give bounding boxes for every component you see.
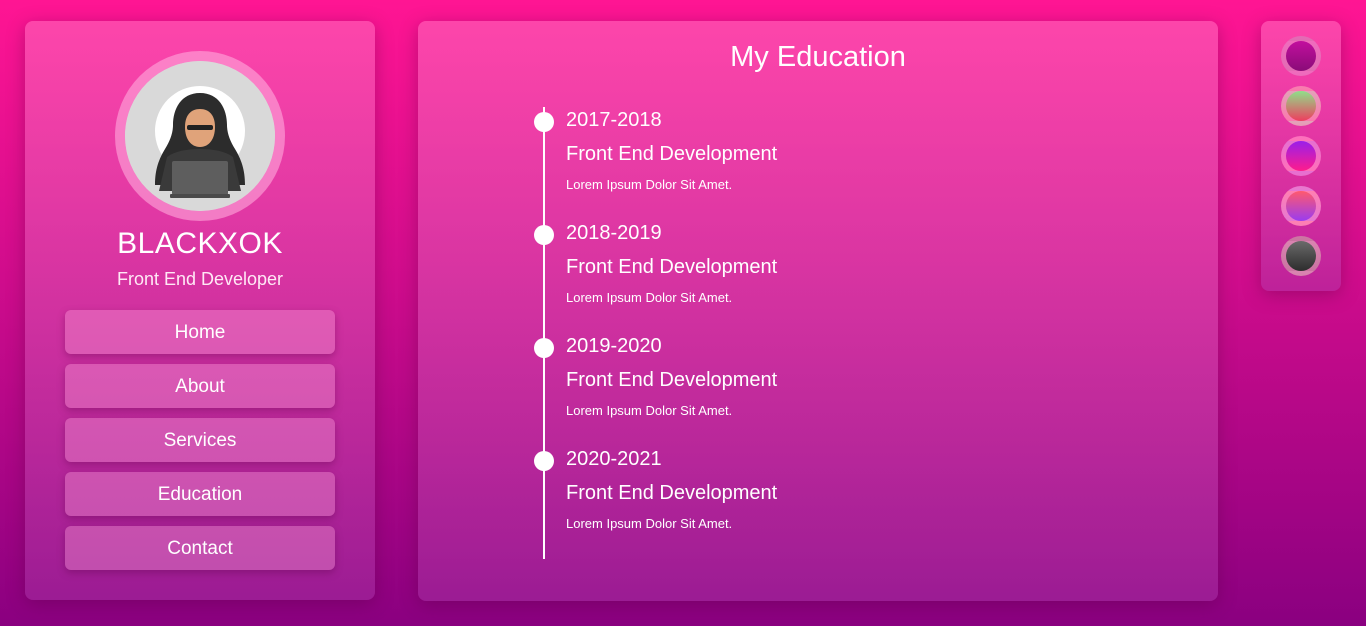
education-section: My Education 2017-2018 Front End Develop… (418, 21, 1218, 601)
profile-card: BLACKXOK Front End Developer Home About … (25, 21, 375, 600)
timeline-dot (534, 225, 554, 245)
education-course: Front End Development (566, 482, 778, 504)
theme-swatch-button[interactable] (1281, 36, 1321, 76)
section-title: My Education (730, 41, 906, 73)
theme-swatch-button[interactable] (1281, 136, 1321, 176)
education-description: Lorem Ipsum Dolor Sit Amet. (566, 177, 733, 192)
timeline-dot (534, 112, 554, 132)
profile-name: BLACKXOK (117, 227, 283, 260)
nav-services-button[interactable]: Services (65, 418, 335, 462)
nav-home-button[interactable]: Home (65, 310, 335, 354)
main-nav: Home About Services Education Contact (65, 310, 335, 580)
nav-about-button[interactable]: About (65, 364, 335, 408)
education-year: 2020-2021 (566, 448, 662, 470)
theme-swatch-button[interactable] (1281, 186, 1321, 226)
education-year: 2019-2020 (566, 335, 662, 357)
timeline-line (543, 107, 545, 559)
avatar (125, 61, 275, 211)
education-description: Lorem Ipsum Dolor Sit Amet. (566, 403, 733, 418)
education-year: 2018-2019 (566, 222, 662, 244)
education-course: Front End Development (566, 369, 778, 391)
hacker-avatar-icon (125, 61, 275, 211)
timeline-dot (534, 338, 554, 358)
profile-role: Front End Developer (116, 269, 284, 289)
timeline-dot (534, 451, 554, 471)
theme-swatch-button[interactable] (1281, 236, 1321, 276)
education-description: Lorem Ipsum Dolor Sit Amet. (566, 516, 733, 531)
nav-contact-button[interactable]: Contact (65, 526, 335, 570)
education-course: Front End Development (566, 256, 778, 278)
theme-swatch-button[interactable] (1281, 86, 1321, 126)
nav-education-button[interactable]: Education (65, 472, 335, 516)
education-description: Lorem Ipsum Dolor Sit Amet. (566, 290, 733, 305)
avatar-ring (115, 51, 285, 221)
education-year: 2017-2018 (566, 109, 662, 131)
education-course: Front End Development (566, 143, 778, 165)
theme-switcher (1261, 21, 1341, 291)
